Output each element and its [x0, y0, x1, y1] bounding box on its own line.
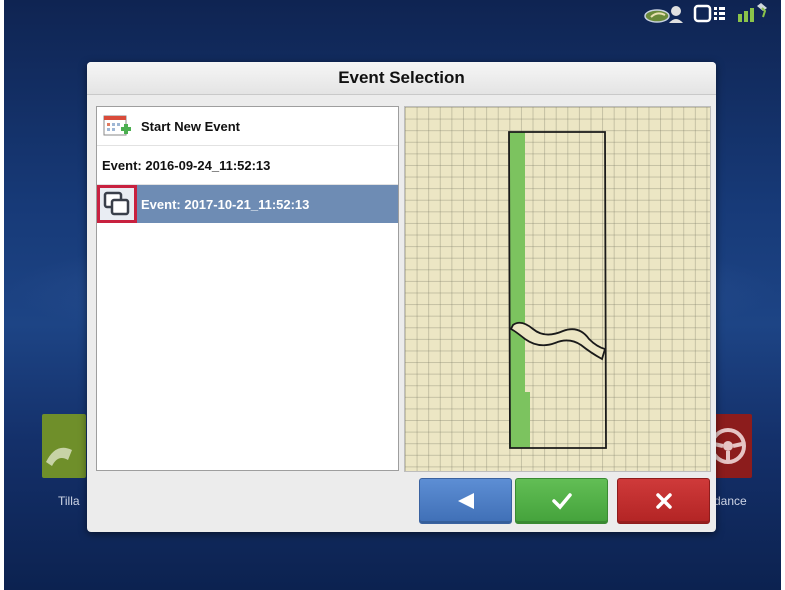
- copy-icon[interactable]: [97, 185, 137, 223]
- checkmark-icon: [551, 493, 572, 510]
- background-screen: Tilla dance Event Selection Start New Ev…: [4, 0, 781, 590]
- list-item-label: Start New Event: [141, 118, 240, 134]
- dialog-title: Event Selection: [87, 62, 716, 95]
- back-button[interactable]: [419, 478, 512, 524]
- list-item-label: Event: 2016-09-24_11:52:13: [102, 157, 271, 173]
- arrow-left-icon: [457, 493, 474, 509]
- gps-status-icon[interactable]: [643, 2, 685, 26]
- satellite-signal-icon[interactable]: [735, 2, 771, 26]
- guidance-tile-label: dance: [714, 494, 747, 508]
- tillage-app-tile[interactable]: [42, 414, 86, 478]
- event-selection-dialog: Event Selection Start New Event Event: 2…: [87, 62, 716, 532]
- close-icon: [655, 493, 672, 509]
- list-item-label: Event: 2017-10-21_11:52:13: [141, 196, 310, 212]
- event-list-item[interactable]: Event: 2016-09-24_11:52:13: [97, 146, 398, 185]
- start-new-event-item[interactable]: Start New Event: [97, 107, 398, 146]
- event-list-item-selected[interactable]: Event: 2017-10-21_11:52:13: [97, 185, 398, 223]
- accept-button[interactable]: [515, 478, 608, 524]
- tillage-tile-label: Tilla: [58, 494, 80, 508]
- field-boundary-map: [508, 131, 607, 449]
- event-list[interactable]: Start New Event Event: 2016-09-24_11:52:…: [96, 106, 399, 471]
- cancel-button[interactable]: [617, 478, 710, 524]
- status-bar: [643, 2, 771, 26]
- display-status-icon[interactable]: [693, 2, 727, 26]
- calendar-add-icon: [101, 112, 133, 140]
- field-map-preview: [404, 106, 711, 472]
- tillage-icon: [46, 447, 72, 466]
